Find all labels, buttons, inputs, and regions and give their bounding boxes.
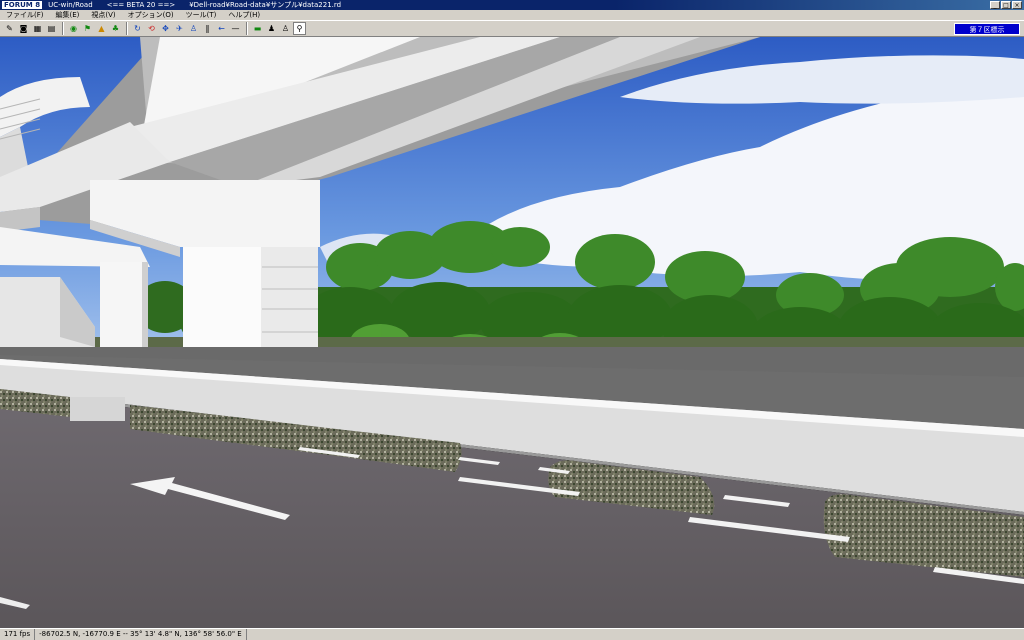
view-badge[interactable]: 第７区標示: [954, 23, 1020, 35]
cone-icon[interactable]: ▲: [95, 22, 108, 35]
palette-icon[interactable]: ▤: [45, 22, 58, 35]
minus-icon[interactable]: —: [229, 22, 242, 35]
stand-icon[interactable]: ♙: [279, 22, 292, 35]
3d-viewport[interactable]: [0, 37, 1024, 628]
coordinate-readout: -86702.5 N, -16770.9 E -- 35° 13' 4.8" N…: [35, 629, 247, 640]
app-name: UC-win/Road: [48, 1, 93, 9]
menu-options[interactable]: オプション(O): [122, 10, 180, 20]
menu-bar: ファイル(F) 編集(E) 視点(V) オプション(O) ツール(T) ヘルプ(…: [0, 10, 1024, 20]
menu-file[interactable]: ファイル(F): [0, 10, 50, 20]
grid-icon[interactable]: ▦: [31, 22, 44, 35]
move-icon[interactable]: ✥: [159, 22, 172, 35]
status-bar: 171 fps -86702.5 N, -16770.9 E -- 35° 13…: [0, 628, 1024, 640]
road-icon[interactable]: ▬: [251, 22, 264, 35]
person-icon[interactable]: ♙: [187, 22, 200, 35]
toolbar: ✎ ◙ ▦ ▤ ◉ ⚑ ▲ ♣ ↻ ⟲ ✥ ✈ ♙ ‖ ← — ▬ ♟ ♙ ⚲ …: [0, 20, 1024, 37]
pencil-icon[interactable]: ✎: [3, 22, 16, 35]
close-button[interactable]: ×: [1012, 1, 1022, 9]
maximize-button[interactable]: □: [1001, 1, 1011, 9]
walker-icon[interactable]: ♟: [265, 22, 278, 35]
fps-readout: 171 fps: [0, 629, 36, 640]
rotate-icon[interactable]: ↻: [131, 22, 144, 35]
minimize-button[interactable]: _: [990, 1, 1000, 9]
menu-tools[interactable]: ツール(T): [180, 10, 223, 20]
menu-view[interactable]: 視点(V): [85, 10, 121, 20]
pause-icon[interactable]: ‖: [201, 22, 214, 35]
back-icon[interactable]: ←: [215, 22, 228, 35]
globe-icon[interactable]: ◉: [67, 22, 80, 35]
runner-icon[interactable]: ⚲: [293, 22, 306, 35]
beta-label: <== BETA 20 ==>: [106, 1, 176, 9]
menu-help[interactable]: ヘルプ(H): [222, 10, 266, 20]
app-logo: FORUM 8: [2, 1, 43, 9]
file-path: ¥Dell-road¥Road-data¥サンプル¥data221.rd: [189, 1, 342, 9]
fly-icon[interactable]: ✈: [173, 22, 186, 35]
menu-edit[interactable]: 編集(E): [50, 10, 86, 20]
title-bar: FORUM 8 UC-win/Road <== BETA 20 ==> ¥Del…: [0, 0, 1024, 10]
reset-icon[interactable]: ⟲: [145, 22, 158, 35]
tree-icon[interactable]: ♣: [109, 22, 122, 35]
flag-icon[interactable]: ⚑: [81, 22, 94, 35]
camera-icon[interactable]: ◙: [17, 22, 30, 35]
